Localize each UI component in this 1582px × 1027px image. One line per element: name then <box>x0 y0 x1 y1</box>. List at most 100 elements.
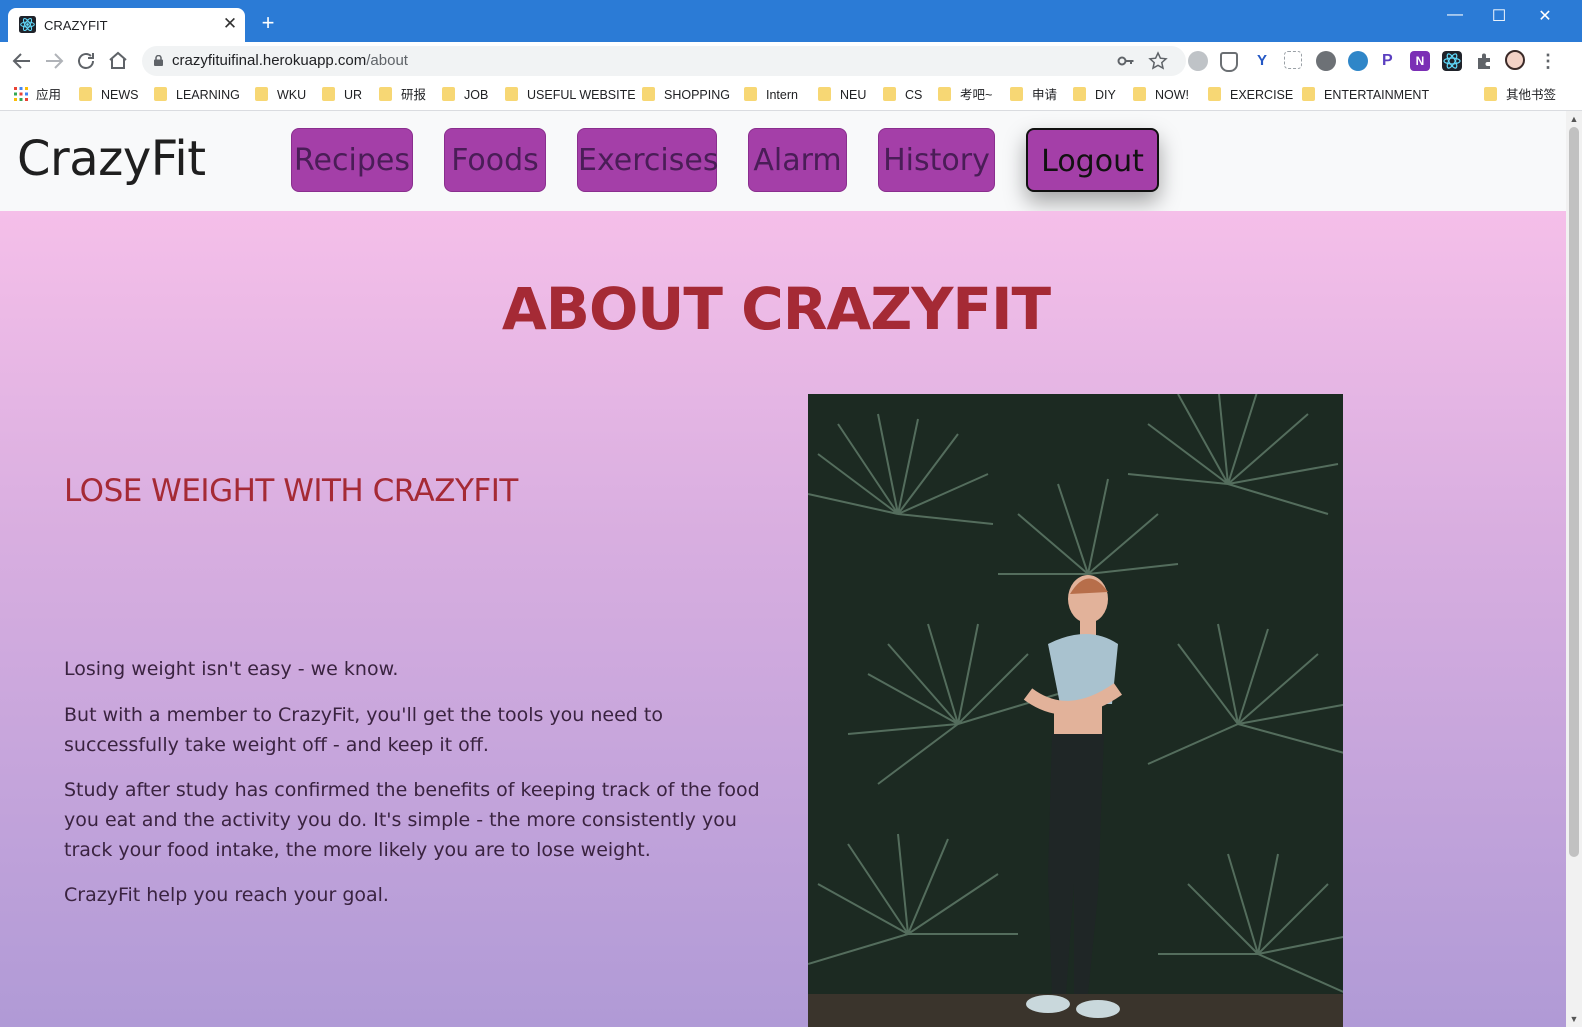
close-window-button[interactable]: ✕ <box>1530 6 1560 26</box>
folder-icon <box>1010 87 1023 101</box>
extension-globe-icon[interactable] <box>1188 51 1208 71</box>
tab-close-icon[interactable]: ✕ <box>221 14 239 34</box>
star-icon[interactable] <box>1148 51 1168 71</box>
bookmark-folder[interactable]: CS <box>883 85 922 105</box>
nav-alarm-button[interactable]: Alarm <box>748 128 847 192</box>
scroll-down-arrow-icon[interactable]: ▼ <box>1569 1014 1579 1024</box>
bookmark-label: NOW! <box>1155 88 1190 102</box>
folder-icon <box>79 87 92 101</box>
home-icon[interactable] <box>106 49 130 73</box>
bookmark-folder[interactable]: SHOPPING <box>642 85 730 105</box>
bookmark-folder[interactable]: 考吧~ <box>938 85 992 105</box>
bookmark-folder[interactable]: NEWS <box>79 85 139 105</box>
new-tab-button[interactable]: + <box>258 12 278 34</box>
forward-arrow-icon[interactable] <box>42 49 66 73</box>
bookmark-label: 研报 <box>401 88 427 102</box>
bookmark-folder[interactable]: Intern <box>744 85 798 105</box>
bookmark-folder[interactable]: LEARNING <box>154 85 240 105</box>
nav-foods-button[interactable]: Foods <box>444 128 546 192</box>
nav-history-button[interactable]: History <box>878 128 995 192</box>
bookmark-folder[interactable]: USEFUL WEBSITE <box>505 85 636 105</box>
bookmark-label: WKU <box>277 88 307 102</box>
bookmark-folder[interactable]: DIY <box>1073 85 1116 105</box>
extension-capture-icon[interactable] <box>1284 51 1302 69</box>
extension-bird-icon[interactable] <box>1348 51 1368 71</box>
folder-icon <box>642 87 655 101</box>
back-arrow-icon[interactable] <box>10 49 34 73</box>
logout-button[interactable]: Logout <box>1026 128 1159 192</box>
onenote-icon[interactable]: N <box>1410 51 1430 71</box>
bookmark-label: 应用 <box>36 88 62 102</box>
tab-title: CRAZYFIT <box>44 18 108 33</box>
bookmark-label: 其他书签 <box>1506 88 1557 102</box>
bookmark-label: ENTERTAINMENT <box>1324 88 1430 102</box>
browser-titlebar: CRAZYFIT ✕ + — ☐ ✕ <box>0 0 1582 42</box>
scroll-up-arrow-icon[interactable]: ▲ <box>1569 114 1579 124</box>
folder-icon <box>1484 87 1497 101</box>
scrollbar-thumb[interactable] <box>1569 127 1579 857</box>
page-viewport: CrazyFit Recipes Foods Exercises Alarm H… <box>0 111 1566 1027</box>
bookmark-folder[interactable]: JOB <box>442 85 488 105</box>
bookmark-other[interactable]: 其他书签 <box>1484 85 1556 105</box>
reload-icon[interactable] <box>74 49 98 73</box>
address-bar[interactable]: crazyfituifinal.herokuapp.com/about <box>142 46 1186 76</box>
extension-circle-icon[interactable] <box>1316 51 1336 71</box>
page-title: ABOUT CRAZYFIT <box>501 275 1051 343</box>
bookmark-label: EXERCISE <box>1230 88 1294 102</box>
fitness-photo <box>808 394 1343 1027</box>
bookmark-label: SHOPPING <box>664 88 730 102</box>
folder-icon <box>322 87 335 101</box>
folder-icon <box>744 87 757 101</box>
browser-tab[interactable]: CRAZYFIT ✕ <box>8 8 245 42</box>
apps-grid-icon <box>14 87 28 101</box>
about-paragraph: Losing weight isn't easy - we know. <box>64 658 399 680</box>
bookmark-folder[interactable]: EXERCISE <box>1208 85 1293 105</box>
extension-y-icon[interactable]: Y <box>1252 51 1272 71</box>
vertical-scrollbar[interactable]: ▲ ▼ <box>1566 111 1582 1027</box>
bookmark-folder[interactable]: ENTERTAINMENT <box>1302 85 1429 105</box>
about-paragraph: But with a member to CrazyFit, you'll ge… <box>64 704 663 756</box>
nav-recipes-button[interactable]: Recipes <box>291 128 413 192</box>
menu-kebab-icon[interactable]: ⋮ <box>1538 51 1558 71</box>
about-section: ABOUT CRAZYFIT LOSE WEIGHT WITH CRAZYFIT… <box>0 211 1566 1027</box>
minimize-button[interactable]: — <box>1440 6 1470 24</box>
url-path: /about <box>366 52 408 69</box>
site-brand[interactable]: CrazyFit <box>17 131 206 187</box>
bookmark-apps[interactable]: 应用 <box>14 85 61 105</box>
folder-icon <box>255 87 268 101</box>
url-text[interactable]: crazyfituifinal.herokuapp.com/about <box>172 52 408 69</box>
extension-p-icon[interactable]: P <box>1382 51 1402 71</box>
palm-woman-image <box>808 394 1343 1027</box>
section-subtitle: LOSE WEIGHT WITH CRAZYFIT <box>64 473 518 509</box>
folder-icon <box>154 87 167 101</box>
puzzle-icon[interactable] <box>1474 51 1494 71</box>
bookmark-folder[interactable]: WKU <box>255 85 306 105</box>
folder-icon <box>818 87 831 101</box>
maximize-button[interactable]: ☐ <box>1484 6 1514 26</box>
bookmark-folder[interactable]: 申请 <box>1010 85 1057 105</box>
react-icon <box>19 16 36 33</box>
extension-shield-icon[interactable] <box>1220 52 1238 72</box>
bookmark-label: LEARNING <box>176 88 240 102</box>
react-devtools-icon[interactable] <box>1442 51 1462 71</box>
bookmark-label: 申请 <box>1032 88 1058 102</box>
bookmark-folder[interactable]: 研报 <box>379 85 426 105</box>
about-paragraph: CrazyFit help you reach your goal. <box>64 884 389 906</box>
folder-icon <box>1302 87 1315 101</box>
bookmark-folder[interactable]: UR <box>322 85 362 105</box>
folder-icon <box>1208 87 1221 101</box>
url-host: crazyfituifinal.herokuapp.com <box>172 52 367 69</box>
bookmark-label: JOB <box>464 88 489 102</box>
nav-exercises-button[interactable]: Exercises <box>577 128 718 192</box>
folder-icon <box>938 87 951 101</box>
folder-icon <box>505 87 518 101</box>
profile-avatar[interactable] <box>1505 50 1525 70</box>
folder-icon <box>442 87 455 101</box>
bookmark-folder[interactable]: NOW! <box>1133 85 1189 105</box>
key-icon[interactable] <box>1116 51 1136 71</box>
bookmark-label: Intern <box>766 88 798 102</box>
bookmark-folder[interactable]: NEU <box>818 85 866 105</box>
folder-icon <box>379 87 392 101</box>
site-header: CrazyFit Recipes Foods Exercises Alarm H… <box>0 111 1566 211</box>
lock-icon <box>154 55 163 66</box>
